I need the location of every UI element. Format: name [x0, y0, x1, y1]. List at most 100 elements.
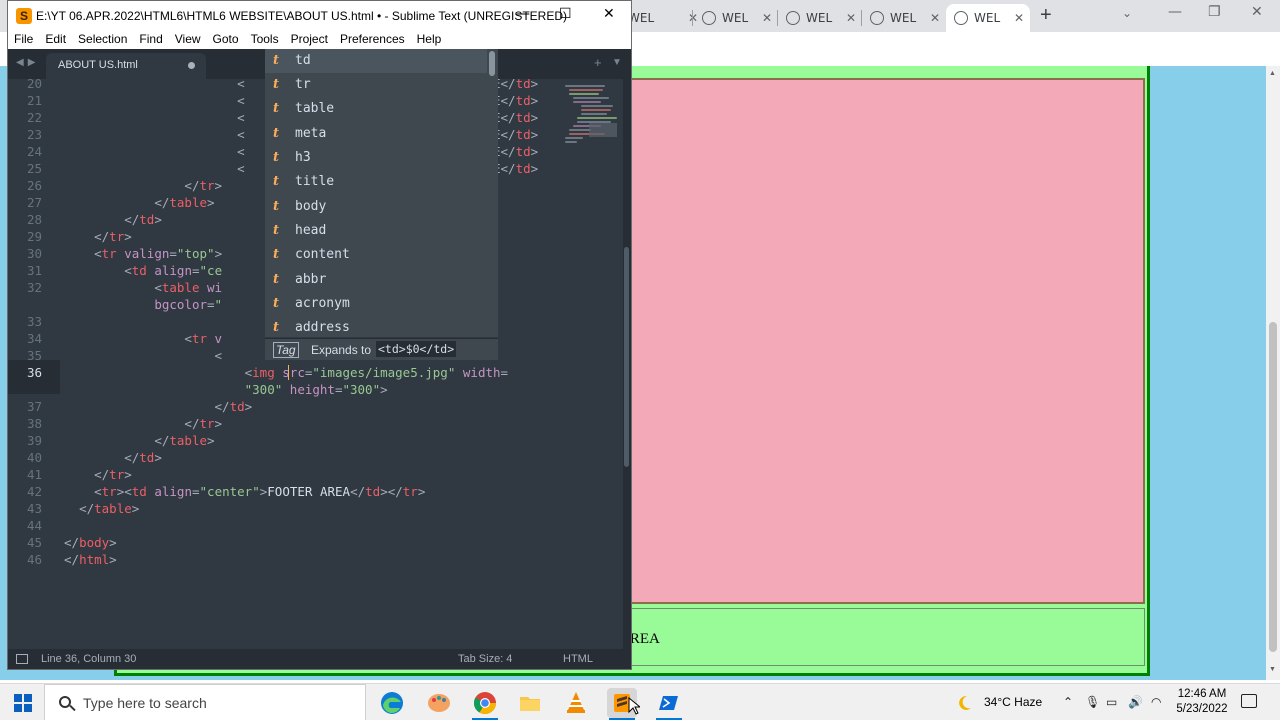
code-line: </td>: [124, 212, 162, 227]
autocomplete-scrollbar[interactable]: [489, 51, 495, 76]
autocomplete-text: table: [295, 101, 335, 116]
show-hidden-icons-chevron-icon[interactable]: ⌃: [1063, 695, 1073, 709]
minimize-icon[interactable]: —: [1168, 4, 1182, 20]
browser-tab[interactable]: WEL ✕: [694, 4, 778, 32]
code-line: </td>: [124, 450, 162, 465]
menu-selection[interactable]: Selection: [72, 31, 133, 49]
tab-search-icon[interactable]: ⌄: [1122, 6, 1132, 20]
wifi-icon[interactable]: ◠: [1151, 695, 1161, 709]
volume-icon[interactable]: 🔊: [1128, 695, 1143, 709]
menu-tools[interactable]: Tools: [245, 31, 285, 49]
scroll-up-arrow-icon[interactable]: ▲: [1269, 70, 1276, 77]
close-icon[interactable]: ✕: [603, 6, 615, 22]
menu-help[interactable]: Help: [411, 31, 448, 49]
new-tab-plus-icon[interactable]: +: [594, 55, 602, 70]
line-number: 32: [26, 280, 42, 295]
autocomplete-item-head[interactable]: t head: [265, 219, 487, 243]
restore-icon[interactable]: ❐: [1208, 4, 1221, 20]
minimap-line: [569, 89, 603, 91]
minimap-viewport[interactable]: [589, 123, 617, 137]
notification-center-icon[interactable]: [1241, 694, 1257, 708]
paint-icon[interactable]: [424, 688, 454, 718]
menu-view[interactable]: View: [169, 31, 207, 49]
vlc-icon[interactable]: [561, 688, 591, 718]
autocomplete-item-content[interactable]: t content: [265, 243, 487, 267]
tab-size-indicator[interactable]: Tab Size: 4: [458, 653, 512, 665]
browser-tab-active[interactable]: WEL ✕: [946, 4, 1030, 32]
menu-goto[interactable]: Goto: [207, 31, 245, 49]
code-line: </table>: [79, 501, 140, 516]
menu-preferences[interactable]: Preferences: [334, 31, 411, 49]
weather-text[interactable]: 34°C Haze: [984, 695, 1042, 709]
scrollbar-thumb[interactable]: [1269, 322, 1277, 652]
tag-kind-icon: t: [273, 320, 280, 335]
menu-file[interactable]: File: [8, 31, 39, 49]
close-icon[interactable]: ✕: [1251, 4, 1263, 20]
edge-icon[interactable]: [377, 688, 407, 718]
tab-dropdown-icon[interactable]: ▼: [612, 57, 622, 68]
line-number: 22: [26, 110, 42, 125]
menu-project[interactable]: Project: [285, 31, 334, 49]
editor-scrollbar[interactable]: [623, 79, 631, 649]
minimap-line: [569, 129, 591, 131]
autocomplete-item-td[interactable]: t td: [265, 49, 487, 73]
autocomplete-text: content: [295, 247, 350, 262]
file-tab[interactable]: ABOUT US.html: [46, 53, 206, 79]
autocomplete-item-table[interactable]: t table: [265, 97, 487, 121]
close-tab-icon[interactable]: ✕: [1014, 11, 1024, 25]
syntax-indicator[interactable]: HTML: [563, 653, 593, 665]
autocomplete-item-address[interactable]: t address: [265, 316, 487, 337]
minimap[interactable]: [561, 79, 622, 179]
line-number: 33: [26, 314, 42, 329]
autocomplete-text: acronym: [295, 296, 350, 311]
autocomplete-item-body[interactable]: t body: [265, 195, 487, 219]
line-number: 29: [26, 229, 42, 244]
minimap-line: [565, 137, 583, 139]
autocomplete-text: abbr: [295, 272, 327, 287]
line-number: 31: [26, 263, 42, 278]
menu-find[interactable]: Find: [133, 31, 168, 49]
battery-icon[interactable]: ▭: [1106, 695, 1117, 709]
file-explorer-icon[interactable]: [515, 688, 545, 718]
panel-toggle-icon[interactable]: [16, 654, 28, 664]
menu-edit[interactable]: Edit: [39, 31, 72, 49]
chrome-icon[interactable]: [470, 688, 500, 720]
autocomplete-item-acronym[interactable]: t acronym: [265, 292, 487, 316]
close-tab-icon[interactable]: ✕: [930, 11, 940, 25]
maximize-icon[interactable]: ☐: [559, 6, 572, 22]
code-line: </table>: [154, 433, 215, 448]
sublime-logo-icon: S: [16, 8, 32, 24]
browser-scrollbar[interactable]: ▲ ▼: [1266, 66, 1280, 680]
powershell-icon[interactable]: [654, 688, 684, 720]
minimap-line: [573, 97, 609, 99]
windows-start-icon[interactable]: [14, 694, 32, 712]
close-tab-icon[interactable]: ✕: [762, 11, 772, 25]
sublime-text-window: S E:\YT 06.APR.2022\HTML6\HTML6 WEBSITE\…: [7, 0, 632, 670]
autocomplete-item-meta[interactable]: t meta: [265, 122, 487, 146]
text-caret: [288, 365, 289, 380]
tab-scroll-arrows-icon[interactable]: ◀▶: [16, 57, 39, 68]
close-tab-icon[interactable]: ✕: [846, 11, 856, 25]
autocomplete-text: tr: [295, 77, 311, 92]
tag-kind-icon: t: [273, 53, 280, 68]
browser-tab[interactable]: WEL ✕: [778, 4, 862, 32]
scroll-down-arrow-icon[interactable]: ▼: [1269, 666, 1276, 673]
scrollbar-thumb[interactable]: [624, 247, 629, 467]
minimize-icon[interactable]: —: [516, 6, 530, 22]
autocomplete-item-title[interactable]: t title: [265, 170, 487, 194]
weather-haze-icon[interactable]: [954, 693, 974, 713]
clock[interactable]: 12:46 AM 5/23/2022: [1172, 687, 1232, 717]
code-line: <tr><td align="center">FOOTER AREA</td><…: [94, 484, 426, 499]
autocomplete-text: address: [295, 320, 350, 335]
code-line: </html>: [64, 552, 117, 567]
new-tab-button[interactable]: +: [1040, 4, 1052, 27]
unsaved-dot-icon[interactable]: [188, 62, 195, 69]
autocomplete-item-h3[interactable]: t h3: [265, 146, 487, 170]
autocomplete-popup: t td t tr t table t meta t h3 t title t …: [265, 49, 498, 337]
autocomplete-item-abbr[interactable]: t abbr: [265, 268, 487, 292]
taskbar-search-box[interactable]: Type here to search: [44, 684, 366, 720]
microphone-icon[interactable]: 🎙: [1085, 695, 1100, 709]
autocomplete-item-tr[interactable]: t tr: [265, 73, 487, 97]
line-number: 34: [26, 331, 42, 346]
browser-tab[interactable]: WEL ✕: [862, 4, 946, 32]
